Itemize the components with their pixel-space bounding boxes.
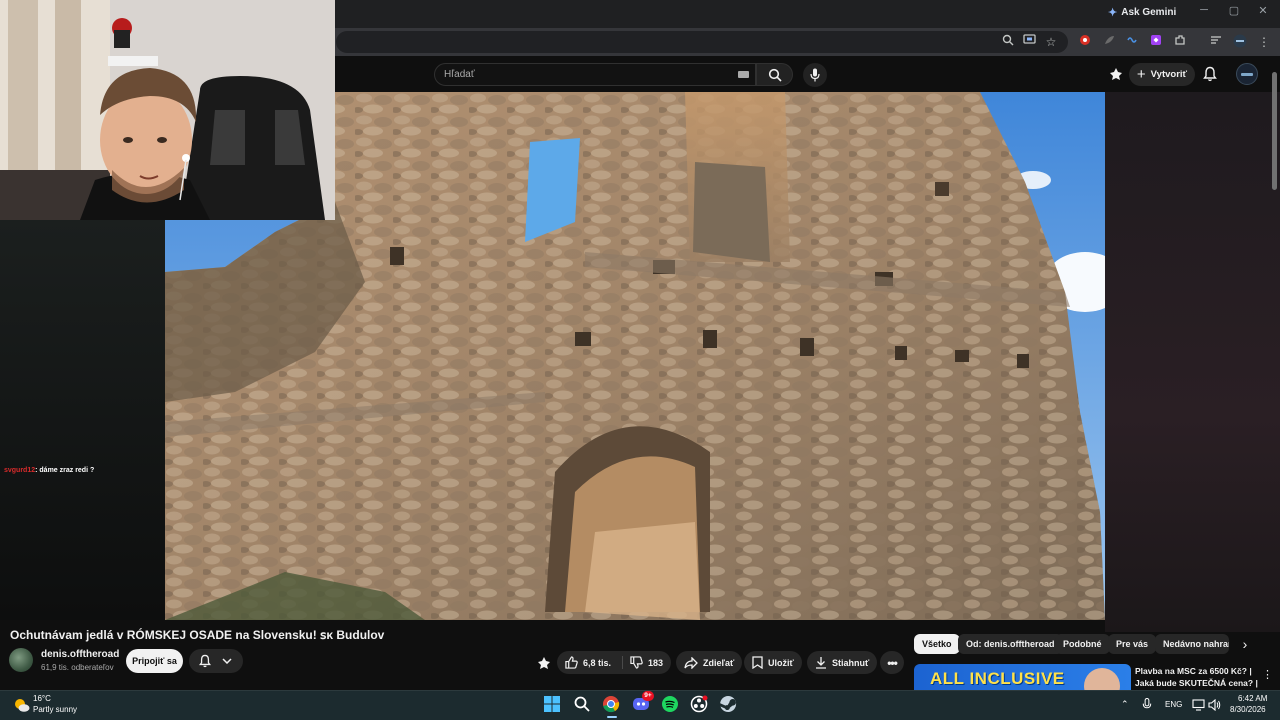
- more-actions-button[interactable]: •••: [880, 651, 904, 674]
- search-icon: [768, 68, 782, 82]
- download-button[interactable]: Stiahnuť: [807, 651, 878, 674]
- channel-name[interactable]: denis.offtheroad: [41, 649, 119, 660]
- share-icon: [684, 656, 698, 669]
- spotify-app-icon[interactable]: [661, 695, 681, 715]
- steam-app-icon[interactable]: [719, 695, 739, 715]
- network-icon[interactable]: [1192, 698, 1205, 716]
- search-button[interactable]: [756, 63, 793, 86]
- like-count: 6,8 tis.: [583, 657, 612, 668]
- share-button[interactable]: Zdieľať: [676, 651, 743, 674]
- reading-list-icon[interactable]: [1208, 34, 1224, 50]
- thumbnail-face: [1084, 668, 1120, 690]
- extension-leaf-icon[interactable]: [1101, 34, 1117, 50]
- clock-date[interactable]: 8/30/2026: [1230, 705, 1266, 714]
- recommendation-menu-icon[interactable]: ⋮: [1262, 668, 1273, 681]
- gemini-spark-icon: ✦: [1108, 7, 1118, 19]
- save-button[interactable]: Uložiť: [744, 651, 802, 674]
- discord-app-icon[interactable]: 9+: [632, 691, 654, 715]
- tray-chevron-up-icon[interactable]: ⌃: [1121, 699, 1129, 710]
- chip-for-you[interactable]: Pre vás: [1108, 634, 1157, 654]
- input-language[interactable]: ENG: [1165, 700, 1182, 709]
- clock-time[interactable]: 6:42 AM: [1238, 694, 1267, 703]
- chevron-down-icon: [222, 658, 232, 664]
- ask-gemini-label: Ask Gemini: [1121, 7, 1177, 18]
- windows-start-icon[interactable]: [543, 695, 563, 715]
- weather-temperature[interactable]: 16°C: [33, 694, 51, 703]
- thumbnail-text: ALL INCLUSIVE: [930, 669, 1065, 688]
- chip-all[interactable]: Všetko: [914, 634, 960, 654]
- minimize-icon[interactable]: ─: [1193, 4, 1215, 16]
- search-box[interactable]: [434, 63, 756, 86]
- recommendation-title[interactable]: Plavba na MSC za 6500 Kč? | Jaká bude SK…: [1135, 665, 1265, 689]
- create-label: Vytvoriť: [1150, 69, 1188, 80]
- bookmark-icon: [752, 656, 763, 669]
- weather-condition[interactable]: Partly sunny: [33, 705, 77, 714]
- like-divider: [622, 656, 623, 669]
- download-icon: [816, 657, 826, 669]
- active-app-indicator: [607, 716, 617, 718]
- subscription-bell-button[interactable]: [189, 649, 243, 673]
- volume-icon[interactable]: [1208, 698, 1221, 716]
- video-title: Ochutnávam jedlá v RÓMSKEJ OSADE na Slov…: [10, 628, 385, 642]
- save-label: Uložiť: [768, 657, 794, 668]
- chat-text: : dáme zraz redi ?: [35, 467, 95, 474]
- extensions-puzzle-icon[interactable]: [1172, 34, 1188, 50]
- bookmark-star-icon[interactable]: ☆: [1043, 34, 1059, 50]
- more-icon: •••: [887, 655, 898, 670]
- channel-avatar[interactable]: [9, 648, 33, 672]
- extension-wave-icon[interactable]: [1124, 34, 1140, 50]
- chevron-right-icon[interactable]: ›: [1236, 636, 1254, 654]
- streamer-webcam: [0, 0, 335, 220]
- join-button[interactable]: Pripojiť sa: [126, 649, 183, 673]
- chip-recently-uploaded[interactable]: Nedávno nahrané: [1155, 634, 1229, 654]
- microphone-tray-icon[interactable]: [1142, 697, 1152, 716]
- address-bar[interactable]: [336, 31, 1068, 53]
- maximize-icon[interactable]: ▢: [1223, 4, 1245, 17]
- ask-gemini-button[interactable]: ✦ Ask Gemini: [1108, 6, 1176, 19]
- share-label: Zdieľať: [703, 657, 735, 668]
- chip-related[interactable]: Podobné: [1055, 634, 1110, 654]
- like-dislike-group: 6,8 tis. 183: [557, 651, 671, 674]
- dislike-button[interactable]: 183: [630, 656, 663, 669]
- dislike-count: 183: [647, 657, 663, 668]
- premium-ext-icon[interactable]: [1109, 67, 1123, 86]
- webcam-feed-image: [0, 0, 335, 220]
- discord-badge: 9+: [642, 691, 654, 701]
- obs-app-icon[interactable]: [690, 695, 710, 715]
- chat-message: svgurd12: dáme zraz redi ?: [4, 467, 94, 474]
- keyboard-icon[interactable]: [738, 71, 749, 78]
- profile-avatar-icon[interactable]: [1232, 34, 1248, 50]
- download-label: Stiahnuť: [832, 657, 870, 668]
- bell-icon: [199, 654, 211, 668]
- search-input[interactable]: [444, 69, 714, 80]
- video-ext-icon[interactable]: [537, 656, 551, 675]
- chip-from-channel[interactable]: Od: denis.offtheroad: [958, 634, 1063, 654]
- extension-purple-icon[interactable]: [1148, 34, 1164, 50]
- cast-icon[interactable]: [1021, 34, 1037, 50]
- microphone-icon: [810, 68, 820, 82]
- zoom-icon[interactable]: [1000, 34, 1016, 50]
- partly-sunny-icon[interactable]: [13, 697, 30, 713]
- thumbs-down-icon: [630, 656, 643, 669]
- like-button[interactable]: 6,8 tis.: [565, 656, 611, 669]
- browser-menu-icon[interactable]: ⋮: [1256, 34, 1272, 50]
- recommendation-thumbnail[interactable]: ALL INCLUSIVE: [914, 664, 1131, 690]
- account-avatar[interactable]: [1236, 63, 1258, 85]
- voice-search-button[interactable]: [803, 63, 827, 87]
- notifications-bell-icon[interactable]: [1203, 66, 1217, 87]
- taskbar-search-icon[interactable]: [573, 695, 593, 715]
- extension-red-icon[interactable]: [1077, 34, 1093, 50]
- stream-chat-panel: [0, 220, 165, 620]
- close-icon[interactable]: ✕: [1252, 4, 1274, 17]
- chrome-app-icon[interactable]: [602, 695, 622, 718]
- chat-username: svgurd12: [4, 467, 36, 474]
- thumbs-up-icon: [565, 656, 578, 669]
- plus-icon: +: [1136, 65, 1146, 83]
- create-button[interactable]: + Vytvoriť: [1129, 63, 1195, 86]
- recommendations-panel: [1105, 92, 1280, 632]
- page-scrollbar[interactable]: [1272, 72, 1277, 190]
- subscriber-count: 61,9 tis. odberateľov: [41, 663, 114, 672]
